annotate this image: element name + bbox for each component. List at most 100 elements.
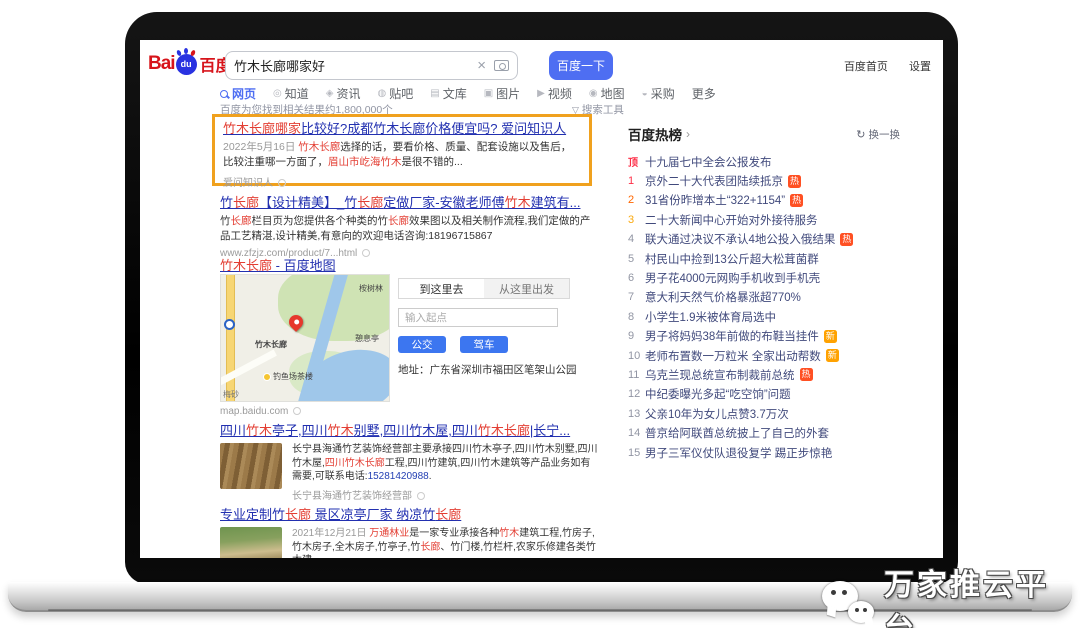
tab-tieba[interactable]: ◍贴吧 (377, 85, 413, 102)
map-result-title-link[interactable]: 竹木长廊 - 百度地图 (220, 258, 336, 274)
result-1-title-link[interactable]: 竹木长廊哪家比较好?成都竹木长廊价格便宜吗? 爱问知识人 (223, 121, 581, 137)
result-4-title-link[interactable]: 四川竹木亭子,四川竹木别墅,四川竹木屋,四川竹木长廊|长宁... (220, 423, 598, 439)
result-1-source: 爱问知识人 (223, 174, 581, 189)
video-icon: ▶ (537, 88, 545, 99)
hot-item-text[interactable]: 男子花4000元网购手机收到手机壳 (645, 270, 820, 286)
result-5: 专业定制竹长廊 景区凉亭厂家 纳凉竹长廊 2021年12月21日 万通林业是一家… (220, 507, 598, 558)
hot-item-14[interactable]: 14普京给阿联酋总统披上了自己的外套 (628, 423, 904, 442)
tab-go-here[interactable]: 到这里去 (399, 279, 484, 298)
hot-item-4[interactable]: 4联大通过决议不承认4地公投入俄结果热 (628, 230, 904, 249)
search-query-text[interactable]: 竹木长廊哪家好 (234, 56, 477, 75)
hot-list-title[interactable]: 百度热榜 (628, 124, 682, 144)
hot-item-6[interactable]: 6男子花4000元网购手机收到手机壳 (628, 268, 904, 287)
hot-item-7[interactable]: 7意大利天然气价格暴涨超770% (628, 288, 904, 307)
hot-item-text[interactable]: 中纪委曝光多起“吃空饷”问题 (645, 386, 791, 402)
hot-item-text[interactable]: 意大利天然气价格暴涨超770% (645, 289, 801, 305)
map-direction-tabs: 到这里去 从这里出发 (398, 278, 570, 299)
hot-item-13[interactable]: 13父亲10年为女儿点赞3.7万次 (628, 404, 904, 423)
hot-badge: 热 (790, 194, 803, 207)
hot-rank: 3 (628, 214, 645, 226)
hot-item-15[interactable]: 15男子三军仪仗队退役复学 踢正步惊艳 (628, 443, 904, 462)
drive-button[interactable]: 驾车 (460, 336, 508, 353)
hot-item-8[interactable]: 8小学生1.9米被体育局选中 (628, 307, 904, 326)
hot-item-text[interactable]: 普京给阿联酋总统披上了自己的外套 (645, 425, 829, 441)
hot-item-2[interactable]: 231省份昨增本土“322+1154”热 (628, 191, 904, 210)
tab-more[interactable]: 更多 (692, 85, 716, 102)
hot-item-text[interactable]: 村民山中捡到13公斤超大松茸菌群 (645, 251, 819, 267)
result-2-snippet: 竹长廊栏目页为您提供各个种类的竹长廊效果图以及相关制作流程,我们定做的产品工艺精… (220, 214, 592, 244)
tab-map[interactable]: ◉地图 (589, 85, 625, 102)
hot-item-5[interactable]: 5村民山中捡到13公斤超大松茸菌群 (628, 249, 904, 268)
hot-item-3[interactable]: 3二十大新闻中心开始对外接待服务 (628, 210, 904, 229)
watermark-text: 万家推云平台 (884, 560, 1080, 628)
hot-item-顶[interactable]: 顶十九届七中全会公报发布 (628, 152, 904, 171)
tab-video[interactable]: ▶视频 (537, 85, 572, 102)
map-label: 钓鱼场茶楼 (263, 371, 313, 382)
snapshot-icon[interactable] (417, 492, 425, 500)
link-settings[interactable]: 设置 (909, 61, 931, 73)
image-icon: ▣ (484, 88, 493, 99)
map-label: 梅砂 (223, 389, 239, 400)
tab-image[interactable]: ▣图片 (484, 85, 520, 102)
baidu-logo[interactable]: Bai du 百度 (148, 52, 232, 76)
hot-item-text[interactable]: 小学生1.9米被体育局选中 (645, 309, 776, 325)
result-4-source: 长宁县海通竹艺装饰经营部 (292, 487, 598, 502)
map-icon: ◉ (589, 88, 598, 99)
hot-item-9[interactable]: 9男子将妈妈38年前做的布鞋当挂件新 (628, 327, 904, 346)
hot-item-text[interactable]: 男子将妈妈38年前做的布鞋当挂件 (645, 328, 819, 344)
map-label: 憩息亭 (355, 333, 379, 344)
bus-button[interactable]: 公交 (398, 336, 446, 353)
link-baidu-home[interactable]: 百度首页 (844, 61, 888, 73)
hot-item-11[interactable]: 11乌克兰现总统宣布制裁前总统热 (628, 365, 904, 384)
hot-item-12[interactable]: 12中纪委曝光多起“吃空饷”问题 (628, 385, 904, 404)
hot-item-text[interactable]: 联大通过决议不承认4地公投入俄结果 (645, 231, 835, 247)
hot-item-text[interactable]: 二十大新闻中心开始对外接待服务 (645, 212, 818, 228)
metro-station-icon (224, 319, 235, 330)
result-4-snippet: 长宁县海通竹艺装饰经营部主要承接四川竹木亭子,四川竹木别墅,四川竹木屋,四川竹木… (292, 443, 598, 484)
hot-item-1[interactable]: 1京外二十大代表团陆续抵京热 (628, 171, 904, 190)
tab-from-here[interactable]: 从这里出发 (484, 279, 569, 298)
tab-webpage[interactable]: 网页 (220, 85, 256, 102)
tab-zhidao[interactable]: ◎知道 (273, 85, 309, 102)
hot-item-text[interactable]: 京外二十大代表团陆续抵京 (645, 173, 783, 189)
result-4: 四川竹木亭子,四川竹木别墅,四川竹木屋,四川竹木长廊|长宁... 长宁县海通竹艺… (220, 423, 598, 502)
tieba-icon: ◍ (377, 88, 386, 99)
result-5-thumbnail[interactable] (220, 527, 282, 558)
baidu-search-button[interactable]: 百度一下 (549, 51, 613, 80)
snapshot-icon[interactable] (293, 407, 301, 415)
hot-rank: 12 (628, 388, 645, 400)
hot-rank: 13 (628, 408, 645, 420)
hot-rank: 11 (628, 369, 645, 381)
camera-icon[interactable] (494, 60, 509, 71)
snapshot-icon[interactable] (278, 179, 286, 187)
snapshot-icon[interactable] (362, 249, 370, 257)
hot-item-10[interactable]: 10老师布置数一万粒米 全家出动帮数新 (628, 346, 904, 365)
tab-zixun[interactable]: ◈资讯 (326, 85, 361, 102)
hot-badge: 热 (800, 368, 813, 381)
hot-rank: 7 (628, 291, 645, 303)
result-5-title-link[interactable]: 专业定制竹长廊 景区凉亭厂家 纳凉竹长廊 (220, 507, 598, 523)
hot-item-text[interactable]: 老师布置数一万粒米 全家出动帮数 (645, 348, 821, 364)
caigou-icon: ◒ (642, 88, 648, 99)
clear-icon[interactable]: × (477, 57, 486, 74)
start-point-input[interactable]: 输入起点 (398, 308, 558, 327)
map-thumbnail[interactable]: 桉树林 憩息亭 竹木长廊 钓鱼场茶楼 梅砂 (220, 274, 390, 402)
hot-rank: 1 (628, 175, 645, 187)
page-background: Bai du 百度 竹木长廊哪家好 × 百度一下 百度首页 设置 网页 ◎知道 ◈资… (0, 0, 1080, 628)
tab-caigou[interactable]: ◒采购 (642, 85, 675, 102)
tab-wenku[interactable]: ▤文库 (430, 85, 466, 102)
refresh-button[interactable]: ↻ 换一换 (856, 127, 900, 142)
result-1-snippet: 2022年5月16日 竹木长廊选择的话，要看价格、质量、配套设施以及售后，比较注… (223, 140, 581, 170)
result-2-title-link[interactable]: 竹长廊【设计精美】_竹长廊定做厂家-安徽老师傅竹木建筑有... (220, 195, 592, 211)
baidu-hot-list: 百度热榜 › ↻ 换一换 顶十九届七中全会公报发布1京外二十大代表团陆续抵京热2… (628, 124, 904, 462)
hot-item-text[interactable]: 十九届七中全会公报发布 (645, 154, 772, 170)
result-5-snippet: 2021年12月21日 万通林业是一家专业承接各种竹木建筑工程,竹房子,竹木房子… (292, 527, 598, 558)
search-input[interactable]: 竹木长廊哪家好 × (225, 51, 518, 80)
hot-item-text[interactable]: 男子三军仪仗队退役复学 踢正步惊艳 (645, 445, 832, 461)
wenku-icon: ▤ (430, 88, 439, 99)
hot-item-text[interactable]: 父亲10年为女儿点赞3.7万次 (645, 406, 789, 422)
result-4-thumbnail[interactable] (220, 443, 282, 489)
hot-rank: 8 (628, 311, 645, 323)
hot-item-text[interactable]: 31省份昨增本土“322+1154” (645, 192, 785, 208)
hot-item-text[interactable]: 乌克兰现总统宣布制裁前总统 (645, 367, 795, 383)
